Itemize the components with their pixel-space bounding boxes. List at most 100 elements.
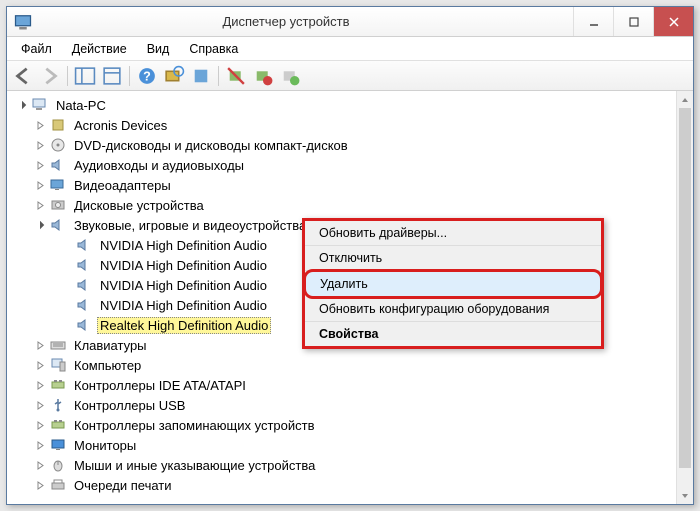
disable-button[interactable] [251, 64, 275, 88]
toolbar-separator [218, 66, 219, 86]
printer-icon [49, 476, 67, 494]
tree-category[interactable]: Контроллеры IDE ATA/ATAPI [9, 375, 691, 395]
controller-icon [49, 416, 67, 434]
ctx-update-drivers[interactable]: Обновить драйверы... [305, 221, 601, 246]
help-button[interactable]: ? [135, 64, 159, 88]
tree-root-label: Nata-PC [53, 97, 109, 114]
expand-icon[interactable] [33, 438, 47, 452]
tree-category-label: Мыши и иные указывающие устройства [71, 457, 318, 474]
mouse-icon [49, 456, 67, 474]
tree-category-label: Контроллеры запоминающих устройств [71, 417, 317, 434]
tree-device-label: Realtek High Definition Audio [97, 317, 271, 334]
expand-icon[interactable] [33, 198, 47, 212]
tree-category[interactable]: Видеоадаптеры [9, 175, 691, 195]
expand-icon[interactable] [33, 398, 47, 412]
controller-icon [49, 376, 67, 394]
show-hide-tree-button[interactable] [73, 64, 97, 88]
tree-category[interactable]: Дисковые устройства [9, 195, 691, 215]
tree-category[interactable]: Компьютер [9, 355, 691, 375]
scan-hardware-button[interactable] [162, 64, 186, 88]
expand-icon[interactable] [33, 478, 47, 492]
menubar: Файл Действие Вид Справка [7, 37, 693, 61]
close-button[interactable] [653, 7, 693, 36]
disk-icon [49, 196, 67, 214]
app-icon [13, 12, 33, 32]
keyboard-icon [49, 336, 67, 354]
expand-icon[interactable] [33, 378, 47, 392]
tree-category[interactable]: DVD-дисководы и дисководы компакт-дисков [9, 135, 691, 155]
desktop-icon [49, 356, 67, 374]
tree-category[interactable]: Очереди печати [9, 475, 691, 495]
speaker-icon [75, 236, 93, 254]
tree-category[interactable]: Аудиовходы и аудиовыходы [9, 155, 691, 175]
speaker-icon [49, 216, 67, 234]
menu-action[interactable]: Действие [64, 40, 135, 58]
computer-icon [31, 96, 49, 114]
menu-view[interactable]: Вид [139, 40, 178, 58]
tree-device-label: NVIDIA High Definition Audio [97, 237, 270, 254]
tree-category-label: Клавиатуры [71, 337, 150, 354]
maximize-button[interactable] [613, 7, 653, 36]
properties-button[interactable] [100, 64, 124, 88]
window-controls [573, 7, 693, 36]
expand-icon[interactable] [33, 118, 47, 132]
generic-icon [49, 116, 67, 134]
expand-icon[interactable] [33, 358, 47, 372]
tree-category-label: Мониторы [71, 437, 139, 454]
expand-icon[interactable] [33, 458, 47, 472]
svg-text:?: ? [143, 69, 151, 83]
device-tree[interactable]: Nata-PC Acronis Devices DVD-дисководы и … [7, 91, 693, 504]
tree-category-label: Аудиовходы и аудиовыходы [71, 157, 247, 174]
expand-icon[interactable] [33, 178, 47, 192]
toolbar-separator [67, 66, 68, 86]
monitor-icon [49, 436, 67, 454]
expand-icon[interactable] [33, 138, 47, 152]
tree-category[interactable]: Acronis Devices [9, 115, 691, 135]
minimize-button[interactable] [573, 7, 613, 36]
window-title: Диспетчер устройств [39, 14, 573, 29]
ctx-scan-hardware[interactable]: Обновить конфигурацию оборудования [305, 297, 601, 322]
tree-category[interactable]: Мониторы [9, 435, 691, 455]
scroll-up-button[interactable] [677, 91, 693, 108]
menu-help[interactable]: Справка [181, 40, 246, 58]
menu-file[interactable]: Файл [13, 40, 60, 58]
scroll-thumb[interactable] [679, 108, 691, 468]
toolbar-separator [129, 66, 130, 86]
enable-button[interactable] [278, 64, 302, 88]
expand-icon[interactable] [33, 158, 47, 172]
titlebar: Диспетчер устройств [7, 7, 693, 37]
ctx-properties[interactable]: Свойства [305, 322, 601, 346]
tree-category[interactable]: Контроллеры USB [9, 395, 691, 415]
nav-back-button[interactable] [11, 64, 35, 88]
dvd-icon [49, 136, 67, 154]
context-menu: Обновить драйверы... Отключить Удалить О… [302, 218, 604, 349]
vertical-scrollbar[interactable] [676, 91, 693, 504]
nav-forward-button[interactable] [38, 64, 62, 88]
tree-category-label: Звуковые, игровые и видеоустройства [71, 217, 309, 234]
speaker-icon [75, 316, 93, 334]
collapse-icon[interactable] [33, 218, 47, 232]
expand-icon[interactable] [33, 338, 47, 352]
tree-category-label: Acronis Devices [71, 117, 170, 134]
ctx-delete[interactable]: Удалить [303, 269, 603, 299]
toolbar: ? [7, 61, 693, 91]
tree-root[interactable]: Nata-PC [9, 95, 691, 115]
display-icon [49, 176, 67, 194]
tree-category-label: Контроллеры USB [71, 397, 188, 414]
tree-category-label: Дисковые устройства [71, 197, 207, 214]
collapse-icon[interactable] [15, 98, 29, 112]
tree-category[interactable]: Мыши и иные указывающие устройства [9, 455, 691, 475]
ctx-disable[interactable]: Отключить [305, 246, 601, 271]
speaker-icon [75, 296, 93, 314]
uninstall-button[interactable] [224, 64, 248, 88]
usb-icon [49, 396, 67, 414]
tree-device-label: NVIDIA High Definition Audio [97, 297, 270, 314]
scroll-down-button[interactable] [677, 487, 693, 504]
tree-device-label: NVIDIA High Definition Audio [97, 277, 270, 294]
device-manager-window: Диспетчер устройств Файл Действие Вид Сп… [6, 6, 694, 505]
tree-category[interactable]: Контроллеры запоминающих устройств [9, 415, 691, 435]
expand-icon[interactable] [33, 418, 47, 432]
update-driver-button[interactable] [189, 64, 213, 88]
tree-device-label: NVIDIA High Definition Audio [97, 257, 270, 274]
tree-category-label: DVD-дисководы и дисководы компакт-дисков [71, 137, 351, 154]
